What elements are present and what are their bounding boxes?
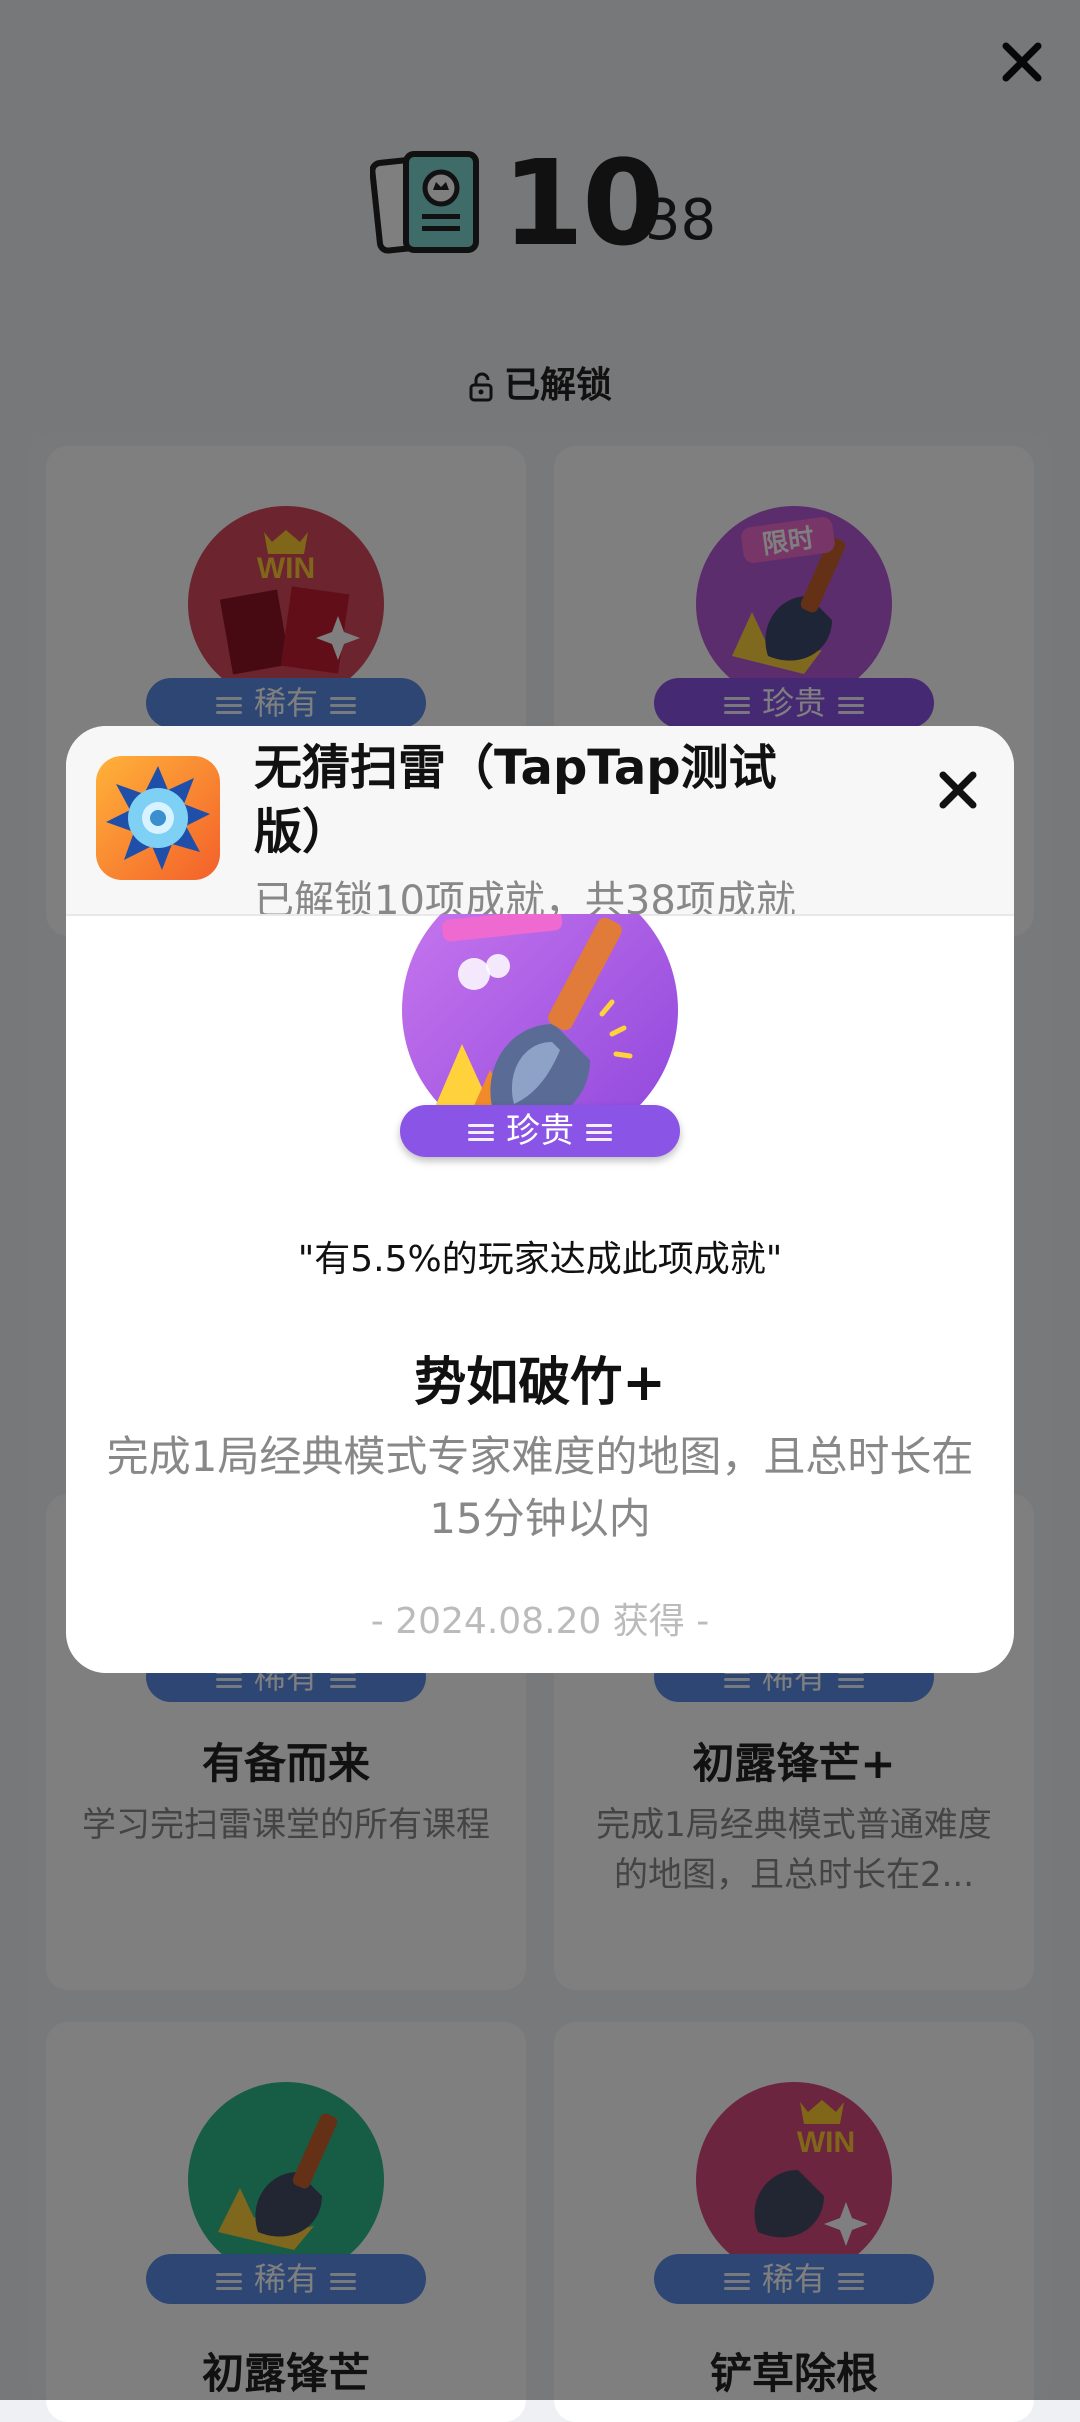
- achievement-name: 势如破竹+: [414, 1353, 666, 1413]
- rarity-badge: 珍贵: [400, 1105, 680, 1157]
- mine-icon: [96, 756, 220, 880]
- game-title: 无猜扫雷（TapTap测试版）: [254, 740, 777, 860]
- game-progress-text: 已解锁10项成就，共38项成就: [254, 878, 796, 916]
- achievement-detail-modal: 无猜扫雷（TapTap测试版） 已解锁10项成就，共38项成就 珍贵 "有5.5…: [66, 726, 1014, 1673]
- player-percentage-text: "有5.5%的玩家达成此项成就": [297, 1239, 783, 1280]
- achievement-description: 完成1局经典模式专家难度的地图，且总时长在15分钟以内: [106, 1432, 974, 1543]
- modal-header: 无猜扫雷（TapTap测试版） 已解锁10项成就，共38项成就: [66, 726, 1014, 916]
- game-icon: [96, 756, 220, 880]
- close-icon[interactable]: [930, 762, 986, 818]
- obtained-date: - 2024.08.20 获得 -: [370, 1601, 710, 1642]
